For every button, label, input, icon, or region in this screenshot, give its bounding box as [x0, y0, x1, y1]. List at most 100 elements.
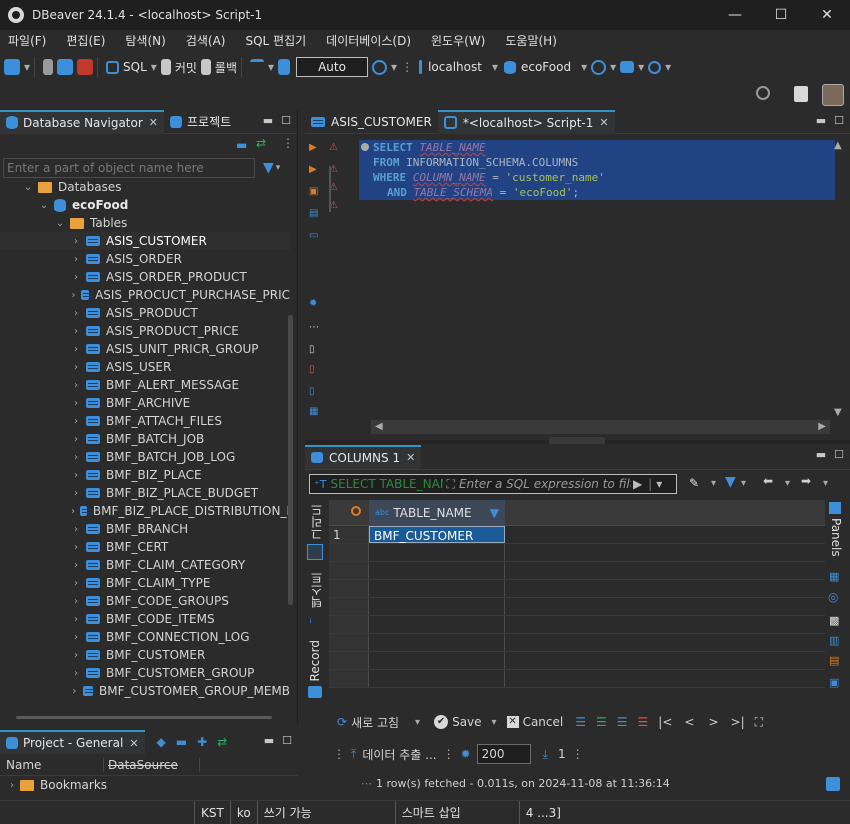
result-filter-bar[interactable]: ⁺T SELECT TABLE_NAM ⛶ Enter a SQL expres…	[309, 474, 677, 494]
expand-filter-icon[interactable]: ⛶	[447, 477, 455, 492]
minimize-panel-icon[interactable]: ▬	[816, 114, 826, 127]
execute-new-tab-icon[interactable]: ▶	[309, 164, 317, 175]
grouping-icon[interactable]: ▩	[829, 614, 839, 627]
forward-arrow-icon[interactable]: ➡	[801, 474, 811, 488]
chevron-right-icon[interactable]: ›	[70, 650, 82, 661]
table-row[interactable]: › BMF_ARCHIVE	[0, 394, 290, 412]
text-view-icon[interactable]: ꜟ	[309, 612, 312, 626]
chevron-right-icon[interactable]: ›	[70, 290, 77, 301]
filter-icon[interactable]: ▼	[263, 160, 274, 176]
table-row[interactable]: › BMF_BRANCH	[0, 520, 290, 538]
references-icon[interactable]: ▤	[829, 654, 839, 667]
filter-history-icon[interactable]: ⁺T	[314, 478, 327, 491]
chevron-right-icon[interactable]: ›	[70, 326, 82, 337]
more-icon[interactable]: ⋯	[309, 322, 319, 333]
save-file-icon[interactable]: ▯	[309, 386, 315, 397]
table-row[interactable]: › ASIS_PRODUCT_PRICE	[0, 322, 290, 340]
chevron-right-icon[interactable]: ›	[70, 362, 82, 373]
chevron-right-icon[interactable]: ›	[6, 780, 18, 791]
menu-database[interactable]: 데이터베이스(D)	[326, 32, 411, 49]
menu-help[interactable]: 도움말(H)	[505, 32, 557, 49]
execute-statement-icon[interactable]: ▶	[309, 142, 317, 153]
chevron-right-icon[interactable]: ›	[70, 308, 82, 319]
tree-node-databases[interactable]: ⌄ Databases	[0, 178, 290, 196]
collapse-all-icon[interactable]: ▬	[236, 138, 247, 152]
link-editor-icon[interactable]: ⇄	[256, 136, 266, 150]
save-button[interactable]: Save	[452, 715, 481, 729]
menu-window[interactable]: 윈도우(W)	[431, 32, 485, 49]
table-row[interactable]: › ASIS_CUSTOMER	[0, 232, 290, 250]
column-header-table-name[interactable]: abc TABLE_NAME ▼	[369, 500, 505, 525]
invalidate-icon[interactable]	[57, 59, 74, 75]
maximize-panel-icon[interactable]: ☐	[281, 114, 291, 127]
output-icon[interactable]	[826, 777, 840, 791]
table-row[interactable]: › BMF_CERT	[0, 538, 290, 556]
data-panel-icon[interactable]: ▣	[829, 676, 839, 689]
last-page-icon[interactable]: >|	[731, 715, 745, 729]
chevron-right-icon[interactable]: ›	[70, 254, 82, 265]
configure-icon[interactable]: ◆	[157, 735, 166, 749]
view-menu-icon[interactable]: ⋮	[282, 136, 294, 150]
column-name-header[interactable]: Name	[0, 757, 104, 772]
chevron-right-icon[interactable]: ›	[70, 506, 76, 517]
table-row[interactable]: › BMF_BIZ_PLACE_DISTRIBUTION_I	[0, 502, 290, 520]
table-row[interactable]: › BMF_CODE_ITEMS	[0, 610, 290, 628]
transaction-icon[interactable]	[250, 59, 264, 75]
sql-editor-button[interactable]: SQL	[106, 56, 147, 78]
table-row[interactable]: › ASIS_PRODUCT	[0, 304, 290, 322]
column-datasource-header[interactable]: DataSource	[104, 757, 200, 772]
delete-file-icon[interactable]: ▯	[309, 364, 315, 375]
table-row[interactable]: › BMF_BATCH_JOB_LOG	[0, 448, 290, 466]
tab-record[interactable]: Record	[308, 640, 322, 681]
cancel-button[interactable]: Cancel	[523, 715, 564, 729]
add-row-icon[interactable]: ☰	[596, 715, 607, 729]
chevron-right-icon[interactable]: ›	[70, 272, 82, 283]
close-icon[interactable]: ✕	[599, 116, 608, 129]
tab-asis-customer[interactable]: ASIS_CUSTOMER	[305, 110, 438, 134]
table-row[interactable]: › ASIS_UNIT_PRICR_GROUP	[0, 340, 290, 358]
sort-icon[interactable]: ▼	[490, 506, 499, 520]
refresh-button[interactable]: 새로 고침	[351, 714, 399, 731]
chevron-right-icon[interactable]: ›	[70, 344, 82, 355]
metadata-icon[interactable]: ◎	[828, 590, 838, 604]
outline-icon[interactable]: ▦	[309, 406, 318, 417]
chevron-right-icon[interactable]: ›	[70, 596, 82, 607]
row-select-icon[interactable]	[351, 506, 361, 516]
filter-dropdown-icon[interactable]: ▾	[656, 477, 662, 491]
minimize-panel-icon[interactable]: ▬	[264, 734, 274, 747]
table-row[interactable]: › ASIS_ORDER	[0, 250, 290, 268]
table-row[interactable]: › BMF_ALERT_MESSAGE	[0, 376, 290, 394]
chevron-right-icon[interactable]: ›	[70, 416, 82, 427]
close-icon[interactable]: ✕	[149, 116, 158, 129]
maximize-panel-icon[interactable]: ☐	[282, 734, 292, 747]
limit-settings-icon[interactable]: ✹	[461, 747, 471, 761]
maximize-panel-icon[interactable]: ☐	[834, 114, 844, 127]
rollback-button[interactable]: 롤백	[200, 56, 237, 78]
table-row[interactable]: › BMF_BIZ_PLACE_BUDGET	[0, 484, 290, 502]
minimize-panel-icon[interactable]: ▬	[816, 448, 826, 461]
close-icon[interactable]: ✕	[129, 737, 138, 750]
menu-search[interactable]: 검색(A)	[186, 32, 226, 49]
table-row[interactable]: › BMF_BATCH_JOB	[0, 430, 290, 448]
chevron-right-icon[interactable]: ›	[70, 704, 82, 705]
chevron-down-icon[interactable]: ⌄	[54, 218, 66, 229]
menu-navigate[interactable]: 탐색(N)	[125, 32, 165, 49]
grid-view-icon[interactable]	[307, 544, 323, 560]
chevron-down-icon[interactable]: ⌄	[38, 200, 50, 211]
tab-grid[interactable]: 그리드	[308, 504, 325, 540]
menu-sql-editor[interactable]: SQL 편집기	[245, 32, 306, 49]
eraser-icon[interactable]: ✎	[689, 476, 699, 490]
new-connection-icon[interactable]	[4, 59, 20, 75]
maximize-panel-icon[interactable]: ☐	[834, 448, 844, 461]
table-row[interactable]: › BMF_CUSTOMER_GROUP_MEMB	[0, 682, 290, 700]
table-row[interactable]: › BMF_CUSTOMER	[0, 646, 290, 664]
close-window-button[interactable]: ✕	[804, 0, 850, 30]
navigator-scrollbar[interactable]	[288, 315, 293, 605]
commit-button[interactable]: 커밋	[160, 56, 197, 78]
table-row[interactable]: › BMF_BIZ_PLACE	[0, 466, 290, 484]
edit-row-icon[interactable]: ☰	[575, 715, 586, 729]
export-icon[interactable]: ⤒	[351, 747, 356, 762]
tree-node-bookmarks[interactable]: › Bookmarks	[0, 776, 298, 794]
panels-label[interactable]: Panels	[829, 518, 843, 557]
apply-filter-icon[interactable]: ▶	[633, 477, 642, 491]
